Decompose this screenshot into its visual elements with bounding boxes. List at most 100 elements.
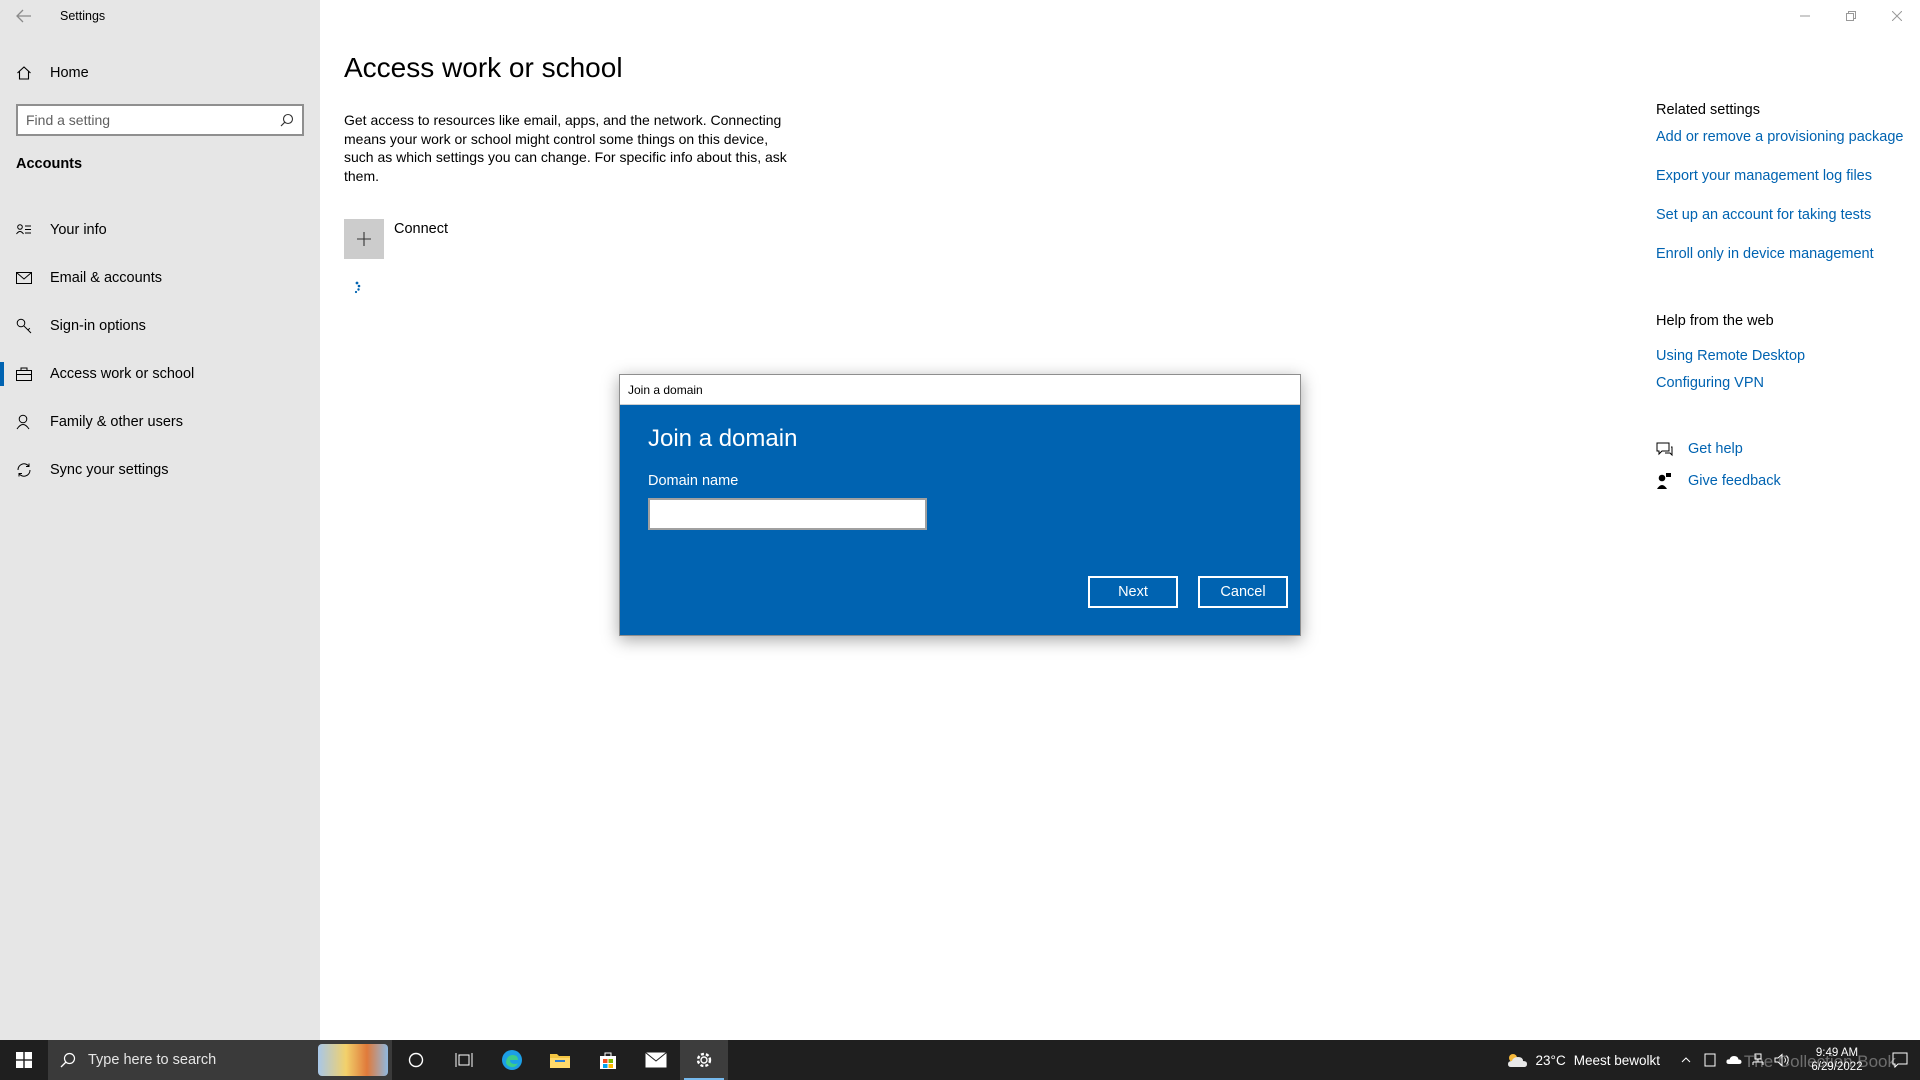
next-button[interactable]: Next — [1088, 576, 1178, 608]
clock-time: 9:49 AM — [1815, 1047, 1859, 1059]
link-export-management-logs[interactable]: Export your management log files — [1656, 168, 1872, 184]
close-icon — [1892, 11, 1902, 21]
taskbar-clock[interactable]: 9:49 AM 6/29/2022 — [1794, 1046, 1880, 1074]
sidebar-item-label: Sync your settings — [50, 462, 169, 478]
windows-logo-icon — [16, 1052, 32, 1068]
clock-date: 6/29/2022 — [1811, 1061, 1863, 1073]
get-help-link[interactable]: Get help — [1656, 441, 1743, 457]
key-icon — [16, 318, 34, 334]
join-domain-dialog: Join a domain Join a domain Domain name … — [619, 374, 1301, 636]
sidebar-item-label: Sign-in options — [50, 318, 146, 334]
search-icon[interactable] — [280, 113, 294, 127]
chat-help-icon — [1656, 441, 1676, 457]
cortana-button[interactable] — [392, 1040, 440, 1080]
task-view-button[interactable] — [440, 1040, 488, 1080]
dialog-body: Join a domain Domain name Next Cancel — [620, 405, 1300, 635]
briefcase-icon — [16, 367, 34, 381]
sidebar-item-family-other-users[interactable]: Family & other users — [0, 398, 320, 446]
weather-widget[interactable]: 23°C Meest bewolkt — [1506, 1052, 1660, 1068]
back-button[interactable] — [0, 0, 48, 32]
network-button[interactable] — [1746, 1053, 1770, 1067]
notification-icon — [1892, 1052, 1908, 1068]
notifications-button[interactable] — [1880, 1052, 1920, 1068]
restore-button[interactable] — [1828, 0, 1874, 32]
gear-icon — [696, 1052, 712, 1068]
weather-description: Meest bewolkt — [1573, 1052, 1660, 1068]
plus-icon — [344, 219, 384, 259]
person-card-icon — [16, 223, 34, 237]
page-title: Access work or school — [344, 52, 623, 83]
sidebar-item-label: Email & accounts — [50, 270, 163, 286]
give-feedback-link[interactable]: Give feedback — [1656, 472, 1781, 490]
file-explorer-button[interactable] — [536, 1040, 584, 1080]
get-help-label: Get help — [1688, 441, 1743, 457]
domain-name-input[interactable] — [648, 498, 927, 530]
link-provisioning-package[interactable]: Add or remove a provisioning package — [1656, 129, 1903, 145]
mail-taskbar-button[interactable] — [632, 1040, 680, 1080]
taskbar-search-placeholder: Type here to search — [88, 1052, 217, 1068]
sidebar-item-access-work-or-school[interactable]: Access work or school — [0, 350, 320, 398]
sidebar-item-label: Your info — [50, 222, 107, 238]
app-title: Settings — [60, 9, 106, 23]
help-from-web-heading: Help from the web — [1656, 313, 1774, 329]
connect-button[interactable]: Connect — [344, 219, 448, 259]
cloud-icon — [1726, 1056, 1742, 1064]
onedrive-button[interactable] — [1722, 1055, 1746, 1065]
dialog-titlebar: Join a domain — [620, 375, 1300, 405]
system-tray: 23°C Meest bewolkt 9:49 AM 6/29/2022 — [1506, 1040, 1920, 1080]
connect-label: Connect — [394, 221, 449, 237]
minimize-button[interactable] — [1782, 0, 1828, 32]
chevron-up-icon — [1681, 1057, 1691, 1063]
feedback-icon — [1656, 472, 1676, 490]
task-view-icon — [455, 1053, 473, 1067]
sidebar-item-sync-your-settings[interactable]: Sync your settings — [0, 446, 320, 494]
search-icon — [60, 1052, 76, 1068]
window-controls — [1782, 0, 1920, 32]
sidebar-item-your-info[interactable]: Your info — [0, 206, 320, 254]
sidebar-item-label: Family & other users — [50, 414, 183, 430]
taskbar-search-box[interactable]: Type here to search — [48, 1040, 392, 1080]
sidebar-nav: Your info Email & accounts Sign-in optio… — [0, 206, 320, 494]
sidebar-item-email-accounts[interactable]: Email & accounts — [0, 254, 320, 302]
mail-icon — [16, 272, 34, 284]
cancel-button[interactable]: Cancel — [1198, 576, 1288, 608]
give-feedback-label: Give feedback — [1688, 473, 1781, 489]
page-description: Get access to resources like email, apps… — [344, 112, 787, 184]
device-icon — [1704, 1053, 1716, 1067]
cortana-circle-icon — [408, 1052, 424, 1068]
cloudy-weather-icon — [1507, 1054, 1527, 1067]
volume-button[interactable] — [1770, 1053, 1794, 1067]
mail-icon — [645, 1052, 667, 1068]
minimize-icon — [1800, 15, 1810, 17]
link-using-remote-desktop[interactable]: Using Remote Desktop — [1656, 348, 1805, 364]
sidebar: Settings Home Accounts Your info Email &… — [0, 0, 320, 1040]
section-title: Accounts — [16, 156, 83, 172]
restore-icon — [1846, 11, 1856, 21]
dialog-heading: Join a domain — [648, 425, 798, 452]
store-button[interactable] — [584, 1040, 632, 1080]
settings-search-box[interactable] — [16, 104, 304, 136]
network-icon — [1752, 1053, 1764, 1065]
sync-icon — [16, 462, 34, 478]
device-tray-button[interactable] — [1698, 1053, 1722, 1067]
related-settings-heading: Related settings — [1656, 102, 1760, 118]
loading-spinner-icon — [354, 281, 361, 294]
person-add-icon — [16, 414, 34, 430]
link-configuring-vpn[interactable]: Configuring VPN — [1656, 375, 1764, 391]
search-highlight-image[interactable] — [318, 1044, 388, 1076]
link-taking-tests-account[interactable]: Set up an account for taking tests — [1656, 207, 1871, 223]
domain-name-label: Domain name — [648, 473, 739, 489]
back-arrow-icon — [16, 9, 31, 23]
start-button[interactable] — [0, 1040, 48, 1080]
close-button[interactable] — [1874, 0, 1920, 32]
settings-search-input[interactable] — [26, 112, 280, 128]
edge-taskbar-button[interactable] — [488, 1040, 536, 1080]
settings-taskbar-button[interactable] — [680, 1040, 728, 1080]
home-link[interactable]: Home — [16, 60, 89, 86]
link-enroll-device-management[interactable]: Enroll only in device management — [1656, 246, 1874, 262]
home-label: Home — [50, 65, 89, 81]
sidebar-item-sign-in-options[interactable]: Sign-in options — [0, 302, 320, 350]
folder-icon — [550, 1054, 570, 1068]
speaker-icon — [1774, 1053, 1789, 1067]
show-hidden-icons-button[interactable] — [1674, 1057, 1698, 1063]
